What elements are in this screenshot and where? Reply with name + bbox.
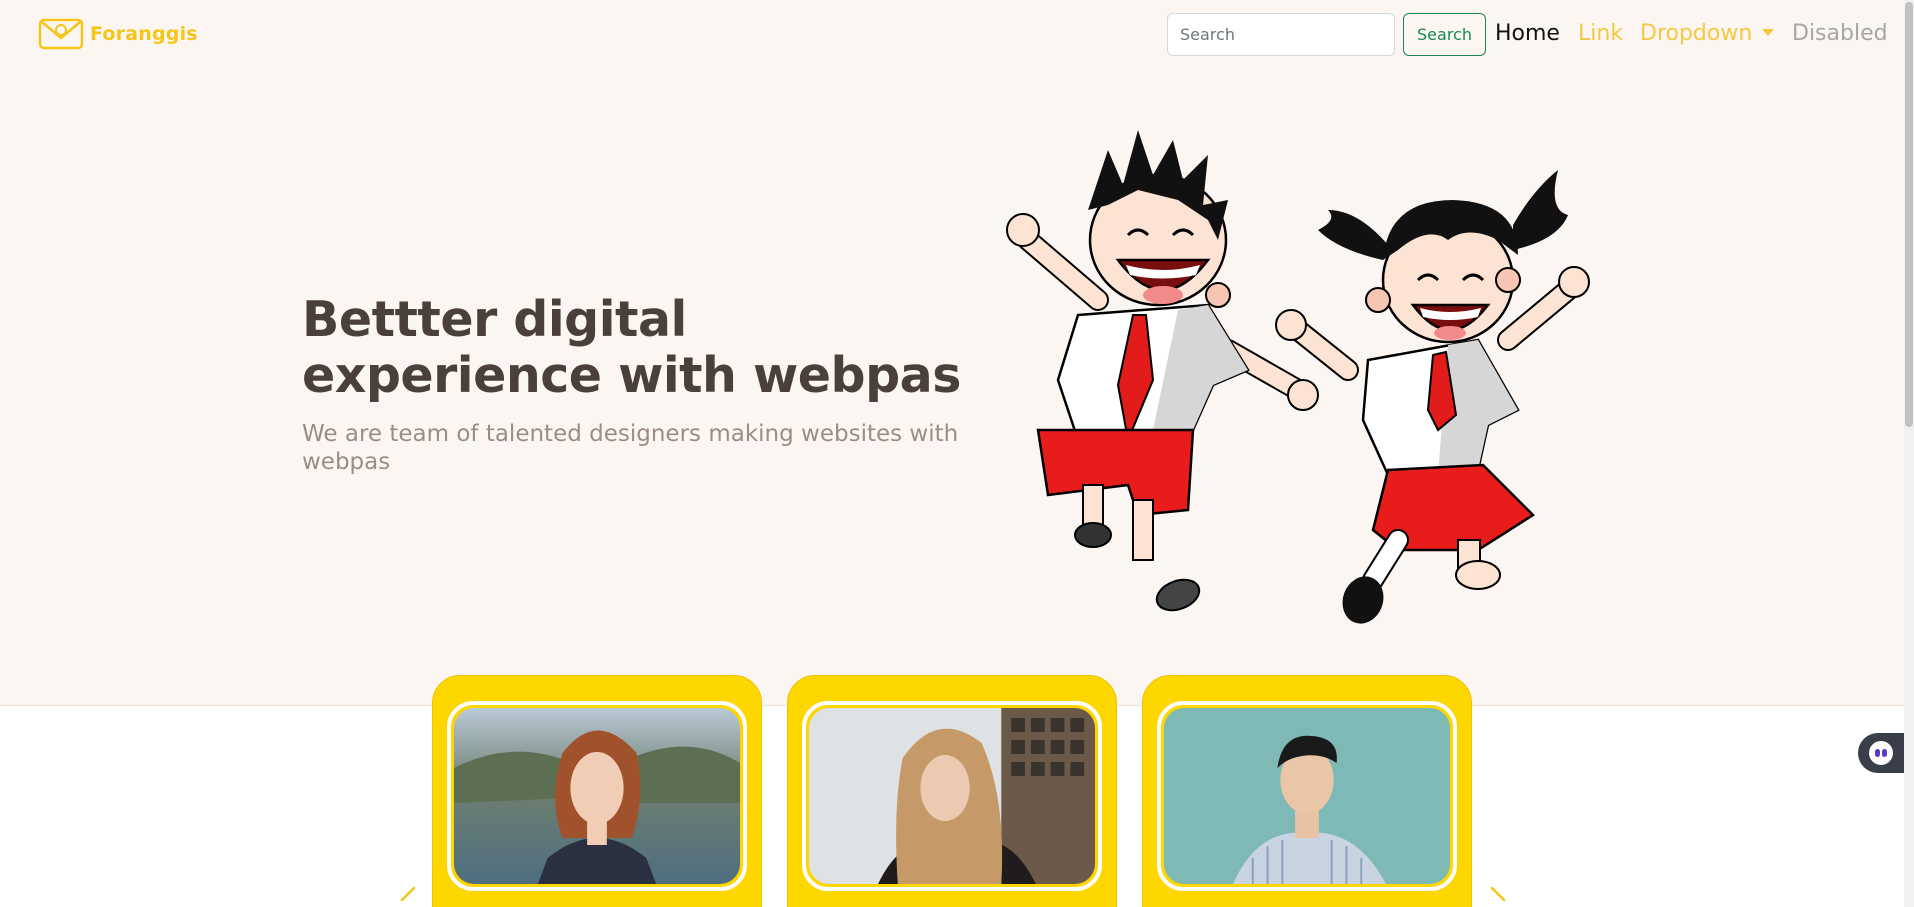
- card-photo-frame: [447, 701, 747, 891]
- nav-link-home[interactable]: Home: [1495, 21, 1560, 46]
- card-photo: [809, 708, 1095, 884]
- portrait-photo: [809, 708, 1095, 884]
- nav-link-link[interactable]: Link: [1578, 21, 1623, 46]
- profile-card: [1142, 675, 1472, 907]
- brand-name: Foranggis: [90, 23, 198, 45]
- portrait-photo: [1164, 708, 1450, 884]
- girl-figure: [1275, 170, 1590, 624]
- card-photo-frame: [1157, 701, 1457, 891]
- nav-link-disabled: Disabled: [1792, 21, 1888, 46]
- boy-figure: [1006, 130, 1319, 612]
- hero-title: Bettter digital experience with webpas: [302, 291, 961, 404]
- cartoon-kids-illustration: [1006, 130, 1590, 624]
- brand-logo-link[interactable]: Foranggis: [38, 16, 198, 52]
- nav-dropdown-toggle[interactable]: Dropdown: [1640, 21, 1775, 46]
- hero-subtitle: We are team of talented designers making…: [302, 421, 959, 475]
- top-navbar: Foranggis Search Home Link Dropdown Disa…: [0, 0, 1904, 70]
- carousel-next-arrow-icon[interactable]: [1488, 884, 1510, 906]
- chat-bot-icon: [1869, 741, 1893, 765]
- carousel-prev-arrow-icon[interactable]: [396, 884, 418, 906]
- caret-down-icon: [1762, 28, 1775, 36]
- search-button[interactable]: Search: [1403, 13, 1486, 56]
- profile-card: [432, 675, 762, 907]
- card-photo: [454, 708, 740, 884]
- portrait-photo: [454, 708, 740, 884]
- brand-logo-icon: [38, 18, 84, 50]
- profile-card: [787, 675, 1117, 907]
- chat-widget-button[interactable]: [1858, 733, 1904, 773]
- page-scrollbar[interactable]: [1904, 0, 1914, 907]
- scrollbar-thumb[interactable]: [1905, 2, 1913, 427]
- nav-dropdown-label: Dropdown: [1640, 21, 1753, 46]
- search-input[interactable]: [1167, 13, 1395, 56]
- card-photo: [1164, 708, 1450, 884]
- card-photo-frame: [802, 701, 1102, 891]
